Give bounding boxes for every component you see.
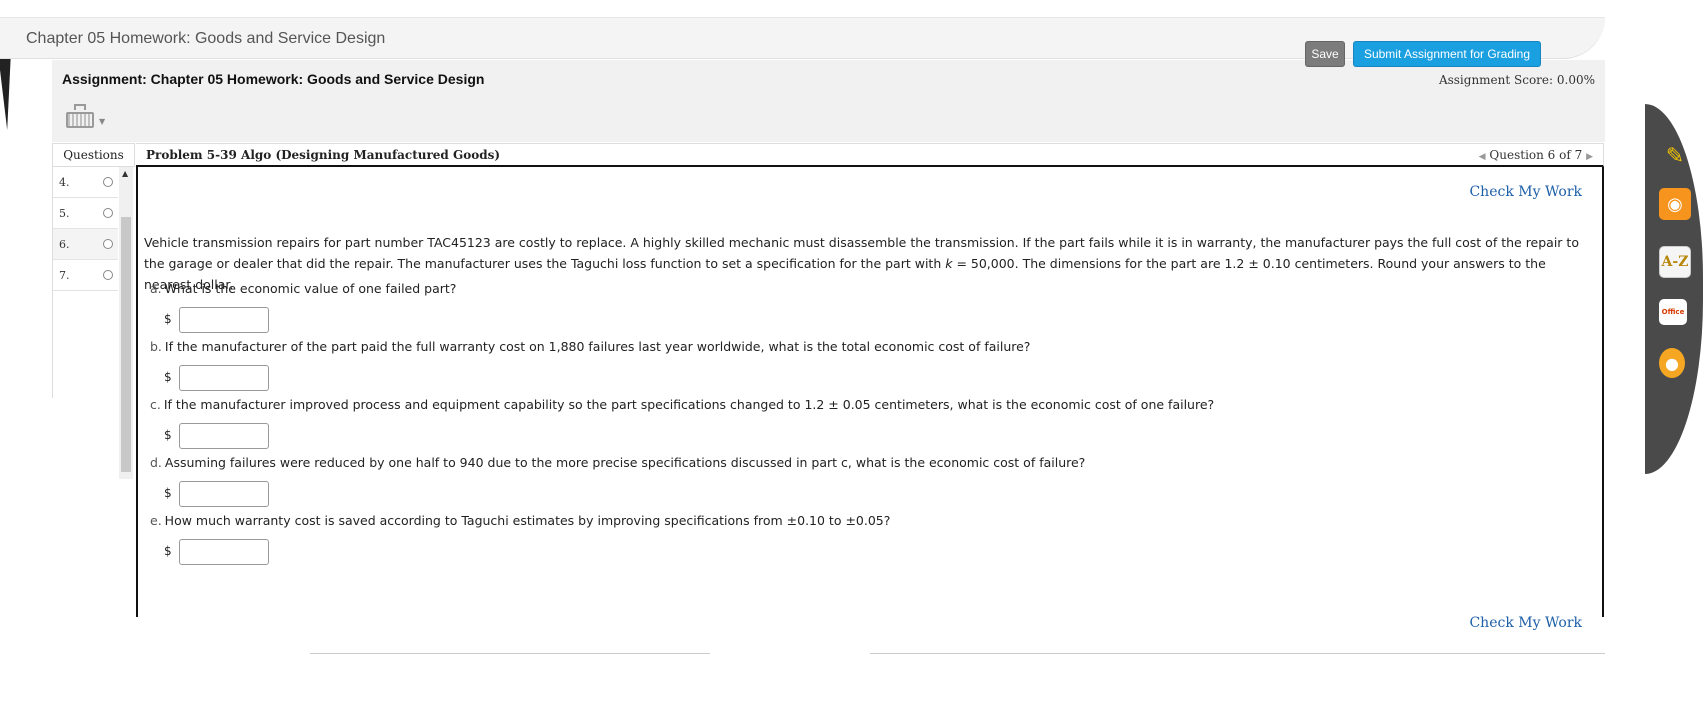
question-item-5[interactable]: 5. bbox=[53, 198, 118, 229]
question-status-radio bbox=[103, 208, 113, 218]
assignment-bar: Assignment: Chapter 05 Homework: Goods a… bbox=[52, 60, 1605, 142]
currency-symbol: $ bbox=[164, 312, 172, 326]
problem-title: Problem 5-39 Algo (Designing Manufacture… bbox=[146, 148, 501, 162]
part-e-input[interactable] bbox=[179, 539, 269, 565]
scrollbar-thumb[interactable] bbox=[121, 217, 131, 472]
currency-symbol: $ bbox=[164, 370, 172, 384]
question-list: 4. 5. 6. 7. bbox=[52, 167, 118, 398]
az-icon[interactable]: A-Z bbox=[1659, 246, 1691, 278]
part-c-input[interactable] bbox=[179, 423, 269, 449]
chapter-title: Chapter 05 Homework: Goods and Service D… bbox=[26, 30, 386, 47]
question-status-radio bbox=[103, 239, 113, 249]
question-list-scrollbar[interactable]: ▲ bbox=[119, 167, 133, 479]
assignment-title: Assignment: Chapter 05 Homework: Goods a… bbox=[62, 71, 485, 87]
part-a-input[interactable] bbox=[179, 307, 269, 333]
check-my-work-link-bottom[interactable]: Check My Work bbox=[1469, 615, 1582, 631]
check-my-work-link[interactable]: Check My Work bbox=[1469, 184, 1582, 200]
question-navigator: ◀ Question 6 of 7 ▶ bbox=[1479, 148, 1593, 162]
question-number: 6. bbox=[59, 238, 70, 251]
part-b-input[interactable] bbox=[179, 365, 269, 391]
part-d-question: d. Assuming failures were reduced by one … bbox=[150, 455, 1086, 470]
extension-icon[interactable]: ● bbox=[1659, 348, 1685, 378]
chevron-left-icon[interactable]: ◀ bbox=[1479, 152, 1486, 162]
question-item-4[interactable]: 4. bbox=[53, 167, 118, 198]
question-item-6[interactable]: 6. bbox=[53, 229, 118, 260]
save-button[interactable]: Save bbox=[1305, 41, 1345, 67]
problem-body: Check My Work Vehicle transmission repai… bbox=[136, 167, 1604, 631]
question-number: 5. bbox=[59, 207, 70, 220]
question-status-radio bbox=[103, 177, 113, 187]
part-b-question: b. If the manufacturer of the part paid t… bbox=[150, 339, 1031, 354]
assignment-score: Assignment Score: 0.00% bbox=[1438, 73, 1595, 87]
currency-symbol: $ bbox=[164, 486, 172, 500]
scroll-up-icon[interactable]: ▲ bbox=[122, 169, 128, 178]
office-icon[interactable]: Office bbox=[1659, 299, 1687, 325]
part-d-input[interactable] bbox=[179, 481, 269, 507]
part-e-question: e. How much warranty cost is saved accord… bbox=[150, 513, 891, 528]
chevron-right-icon[interactable]: ▶ bbox=[1586, 152, 1593, 162]
keyboard-icon[interactable]: ▼ bbox=[66, 104, 105, 130]
questions-panel: Questions 4. 5. 6. 7. ▲ bbox=[52, 143, 135, 479]
browser-sidebar: ✎ ◉ A-Z Office ● bbox=[1645, 104, 1703, 474]
rss-icon[interactable]: ◉ bbox=[1659, 188, 1691, 220]
questions-header: Questions bbox=[52, 143, 135, 167]
question-position: Question 6 of 7 bbox=[1489, 148, 1583, 162]
pen-icon[interactable]: ✎ bbox=[1659, 140, 1691, 172]
currency-symbol: $ bbox=[164, 428, 172, 442]
question-number: 4. bbox=[59, 176, 70, 189]
submit-assignment-button[interactable]: Submit Assignment for Grading bbox=[1353, 41, 1541, 67]
part-c-question: c. If the manufacturer improved process a… bbox=[150, 397, 1215, 412]
question-item-7[interactable]: 7. bbox=[53, 260, 118, 291]
question-number: 7. bbox=[59, 269, 70, 282]
divider bbox=[870, 653, 1605, 654]
part-a-question: a. What is the economic value of one fail… bbox=[150, 281, 457, 296]
chevron-down-icon: ▼ bbox=[99, 117, 106, 126]
problem-header: Problem 5-39 Algo (Designing Manufacture… bbox=[136, 143, 1604, 167]
question-status-radio bbox=[103, 270, 113, 280]
divider bbox=[310, 653, 710, 654]
currency-symbol: $ bbox=[164, 544, 172, 558]
